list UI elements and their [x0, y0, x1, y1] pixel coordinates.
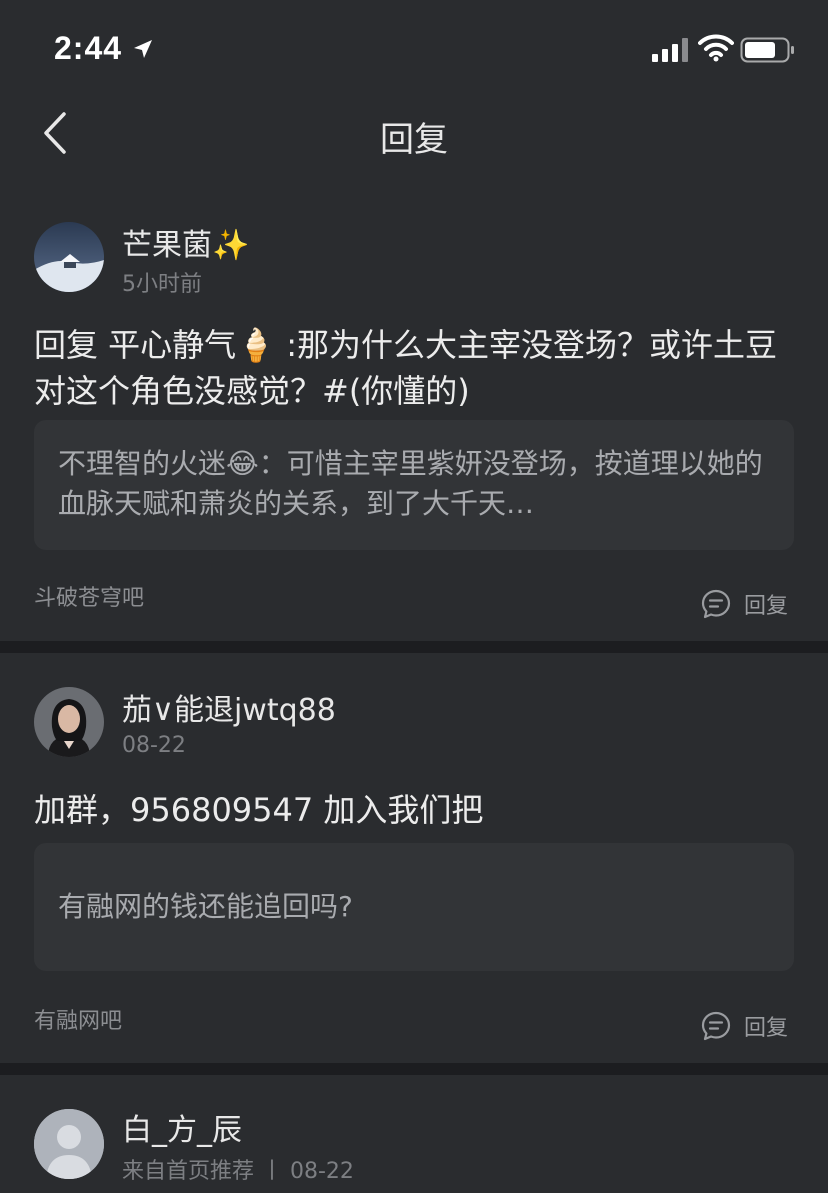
timestamp: 来自首页推荐 丨 08-22 [122, 1159, 354, 1184]
reply-card[interactable]: 芒果菌✨ 5小时前 回复 平心静气🍦 :那为什么大主宰没登场？或许土豆对这个角色… [0, 176, 828, 641]
status-bar: 2:44 [0, 0, 828, 96]
reply-button[interactable]: 回复 [700, 1008, 800, 1044]
quoted-comment[interactable]: 有融网的钱还能追回吗? [34, 843, 794, 971]
wifi-icon [698, 34, 734, 62]
woman-portrait-avatar-icon [34, 687, 104, 757]
reply-button[interactable]: 回复 [700, 586, 800, 622]
username[interactable]: 茄∨能退jwtq88 [122, 685, 336, 729]
quoted-comment-text: 不理智的火迷😂：可惜主宰里紫妍没登场，按道理以她的血脉天赋和萧炎的关系，到了大千… [58, 447, 763, 520]
comment-icon [701, 1011, 731, 1041]
page-title: 回复 [380, 120, 448, 160]
timestamp: 08-22 [122, 733, 186, 758]
username[interactable]: 芒果菌✨ [122, 220, 249, 264]
cellular-signal-icon [652, 38, 690, 62]
quoted-comment-text: 有融网的钱还能追回吗? [58, 890, 353, 923]
snow-house-avatar-icon [34, 222, 104, 292]
username[interactable]: 白_方_辰 [122, 1105, 242, 1149]
reply-button-label: 回复 [744, 594, 789, 619]
avatar[interactable] [34, 222, 104, 292]
quoted-comment[interactable]: 不理智的火迷😂：可惜主宰里紫妍没登场，按道理以她的血脉天赋和萧炎的关系，到了大千… [34, 420, 794, 550]
avatar[interactable] [34, 687, 104, 757]
reply-content: 加群，956809547 加入我们把 [34, 791, 484, 829]
comment-icon [701, 589, 731, 619]
reply-card[interactable]: 白_方_辰 来自首页推荐 丨 08-22 [0, 1075, 828, 1193]
forum-link[interactable]: 有融网吧 [34, 1003, 122, 1035]
status-time: 2:44 [54, 30, 123, 66]
nav-bar: 回复 [0, 96, 828, 176]
timestamp: 5小时前 [122, 272, 202, 297]
avatar[interactable] [34, 1109, 104, 1179]
reply-content: 回复 平心静气🍦 :那为什么大主宰没登场？或许土豆对这个角色没感觉？#(你懂的) [34, 326, 777, 410]
reply-button-label: 回复 [744, 1016, 789, 1041]
default-user-avatar-icon [34, 1109, 104, 1179]
battery-icon [740, 37, 794, 63]
reply-card[interactable]: 茄∨能退jwtq88 08-22 加群，956809547 加入我们把 有融网的… [0, 653, 828, 1063]
forum-link[interactable]: 斗破苍穹吧 [34, 580, 144, 612]
location-arrow-icon [134, 40, 152, 58]
